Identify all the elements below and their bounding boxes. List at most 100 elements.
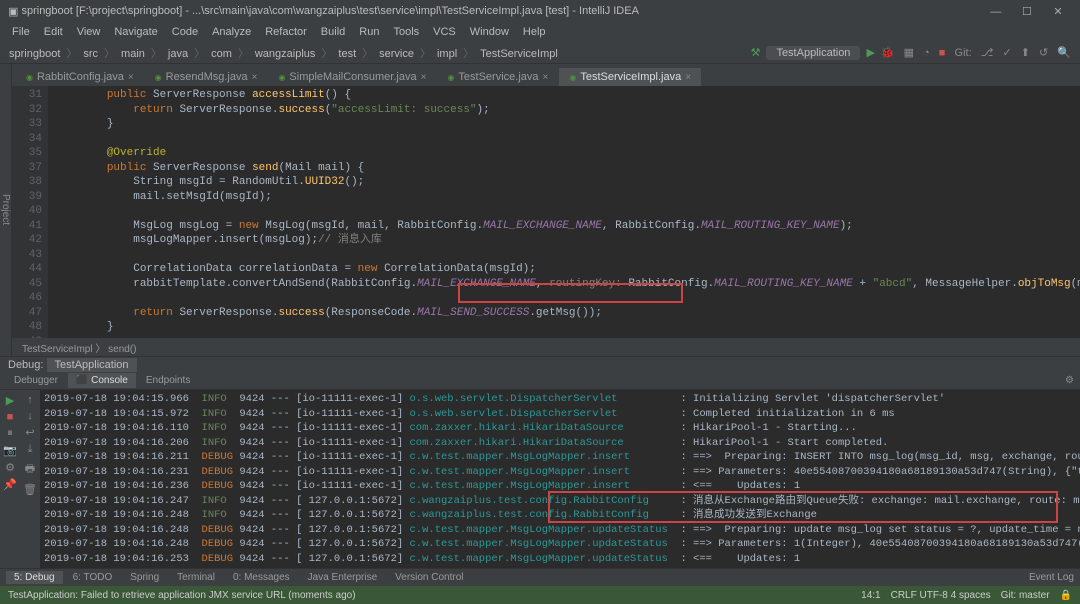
window-controls: — ☐ ✕ [982,5,1072,18]
clear-icon[interactable]: 🗑 [23,483,37,496]
close-icon[interactable]: × [421,72,427,83]
breadcrumb-main[interactable]: main [118,48,148,60]
breadcrumb-java[interactable]: java [165,48,191,60]
bottom-tab-debug[interactable]: 5: Debug [6,571,63,584]
camera-icon[interactable]: 📷 [3,444,17,457]
stop-icon[interactable]: ■ [7,411,14,423]
caret-position[interactable]: 14:1 [861,590,880,601]
editor-content[interactable]: public ServerResponse accessLimit() { re… [48,86,1080,338]
highlight-box-2 [548,491,1058,523]
menu-edit[interactable]: Edit [38,24,69,40]
rerun-icon[interactable]: ▶ [6,394,14,407]
app-icon: ▣ [8,5,18,18]
breadcrumb-springboot[interactable]: springboot [6,48,63,60]
pin-icon[interactable]: 📌 [3,478,17,491]
breadcrumb-impl[interactable]: impl [434,48,460,60]
log-line: 2019-07-18 19:04:16.253 DEBUG 9424 --- [… [44,552,1076,567]
menu-refactor[interactable]: Refactor [259,24,313,40]
window-title: springboot [F:\project\springboot] - ...… [21,5,638,17]
up-icon[interactable]: ↑ [27,394,33,406]
debug-run-tab[interactable]: TestApplication [47,358,137,372]
coverage-icon[interactable]: ▦ [901,47,917,59]
menu-navigate[interactable]: Navigate [108,24,163,40]
encoding[interactable]: CRLF UTF-8 4 spaces [891,590,991,601]
tab-RabbitConfig.java[interactable]: ◉RabbitConfig.java× [16,68,144,86]
log-line: 2019-07-18 19:04:16.231 DEBUG 9424 --- [… [44,465,1076,480]
tab-SimpleMailConsumer.java[interactable]: ◉SimpleMailConsumer.java× [268,68,436,86]
git-branch[interactable]: Git: master [1001,590,1050,601]
menu-window[interactable]: Window [464,24,515,40]
hammer-icon[interactable]: ⚒ [751,46,761,59]
scroll-icon[interactable]: ⤓ [28,443,33,456]
menu-help[interactable]: Help [517,24,552,40]
console-toolbar: ↑ ↓ ↩ ⤓ 🖶 🗑 [20,390,40,568]
close-icon[interactable]: × [128,72,134,83]
down-icon[interactable]: ↓ [27,410,33,422]
maximize-button[interactable]: ☐ [1013,5,1041,18]
breadcrumb-wangzaiplus[interactable]: wangzaiplus [252,48,319,60]
bottom-tab-javaenterprise[interactable]: Java Enterprise [300,571,385,584]
menu-view[interactable]: View [71,24,107,40]
stop-icon[interactable]: ■ [936,47,949,59]
debug-icon[interactable]: 🐞 [881,46,895,59]
tab-TestService.java[interactable]: ◉TestService.java× [437,68,558,86]
status-message: TestApplication: Failed to retrieve appl… [8,590,356,601]
bottom-tab-terminal[interactable]: Terminal [169,571,223,584]
log-line: 2019-07-18 19:04:15.972 INFO 9424 --- [i… [44,407,1076,422]
menu-build[interactable]: Build [315,24,351,40]
resume-icon[interactable]: ⏸ [7,427,13,440]
close-button[interactable]: ✕ [1044,5,1072,18]
settings-icon[interactable]: ⚙ [5,461,15,474]
debug-tab-console[interactable]: ⬛ Console [68,373,136,388]
menu-vcs[interactable]: VCS [427,24,462,40]
menu-file[interactable]: File [6,24,36,40]
lock-icon[interactable]: 🔒 [1060,590,1072,601]
menu-tools[interactable]: Tools [387,24,425,40]
breadcrumb-service[interactable]: service [376,48,417,60]
close-icon[interactable]: × [685,72,691,83]
minimize-button[interactable]: — [982,6,1010,18]
profile-icon[interactable]: ◔ [920,47,933,59]
menu-bar: FileEditViewNavigateCodeAnalyzeRefactorB… [0,22,1080,42]
log-line: 2019-07-18 19:04:15.966 INFO 9424 --- [i… [44,392,1076,407]
print-icon[interactable]: 🖶 [25,460,35,479]
log-line: 2019-07-18 19:04:16.110 INFO 9424 --- [i… [44,421,1076,436]
menu-run[interactable]: Run [353,24,385,40]
close-icon[interactable]: × [252,72,258,83]
debug-tab-endpoints[interactable]: Endpoints [138,373,198,388]
run-icon[interactable]: ▶ [866,46,874,59]
bottom-tab-versioncontrol[interactable]: Version Control [387,571,471,584]
tab-TestServiceImpl.java[interactable]: ◉TestServiceImpl.java× [559,68,701,86]
history-icon[interactable]: ↺ [1036,47,1051,59]
debug-settings-icon[interactable]: ⚙ [1065,375,1074,386]
bottom-tab-spring[interactable]: Spring [122,571,167,584]
bottom-tab-todo[interactable]: 6: TODO [65,571,121,584]
update-icon[interactable]: ✓ [999,47,1014,59]
console-output[interactable]: 2019-07-18 19:04:15.966 INFO 9424 --- [i… [40,390,1080,568]
debug-tab-debugger[interactable]: Debugger [6,373,66,388]
bottom-tool-tabs: 5: Debug6: TODOSpringTerminal0: Messages… [0,568,1080,586]
breadcrumb-TestServiceImpl[interactable]: TestServiceImpl [477,48,561,60]
editor-tabs: ◉RabbitConfig.java×◉ResendMsg.java×◉Simp… [12,64,1080,86]
wrap-icon[interactable]: ↩ [25,426,34,439]
project-tool-tab[interactable]: Project [0,64,12,356]
run-configuration-select[interactable]: TestApplication [766,46,860,60]
menu-code[interactable]: Code [166,24,204,40]
breadcrumb-test[interactable]: test [335,48,359,60]
debug-panel-title: Debug: [8,359,43,371]
git-branch-icon[interactable]: ⎇ [978,47,997,59]
event-log-tab[interactable]: Event Log [1029,572,1074,583]
tab-ResendMsg.java[interactable]: ◉ResendMsg.java× [145,68,268,86]
editor-breadcrumb[interactable]: TestServiceImpl 〉 send() [12,338,1080,356]
debug-toolbar: ▶ ■ ⏸ 📷 ⚙ 📌 [0,390,20,568]
commit-icon[interactable]: ⬆ [1018,47,1033,59]
navigation-bar: springboot〉src〉main〉java〉com〉wangzaiplus… [0,42,1080,64]
editor-gutter[interactable]: 313233343537383940414243444546474849 [12,86,48,338]
close-icon[interactable]: × [543,72,549,83]
breadcrumb-com[interactable]: com [208,48,235,60]
search-icon[interactable]: 🔍 [1054,47,1074,59]
breadcrumb-src[interactable]: src [80,48,101,60]
bottom-tab-messages[interactable]: 0: Messages [225,571,298,584]
menu-analyze[interactable]: Analyze [206,24,257,40]
status-bar: TestApplication: Failed to retrieve appl… [0,586,1080,604]
